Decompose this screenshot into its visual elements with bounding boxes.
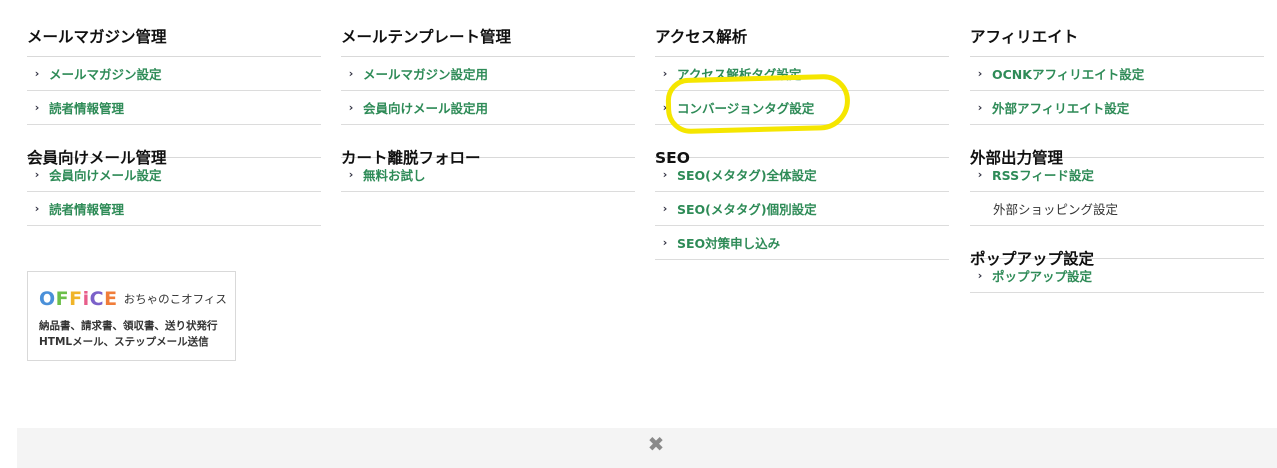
menu-item-label: SEO(メタタグ)全体設定 — [677, 168, 817, 183]
chevron-right-icon: › — [662, 202, 668, 215]
section-title-member-mail: 会員向けメール管理 — [27, 125, 321, 167]
section-title-cart-abandon: カート離脱フォロー — [341, 125, 635, 167]
column-mail-template: メールテンプレート管理 › メールマガジン設定用 › 会員向けメール設定用 カート離… — [341, 0, 635, 192]
menu-item-reader-info[interactable]: › 読者情報管理 — [27, 91, 321, 125]
menu-item-label: 外部ショッピング設定 — [993, 202, 1119, 217]
menu-item-label: RSSフィード設定 — [992, 168, 1094, 183]
office-logo-subtitle: おちゃのこオフィス — [123, 292, 227, 306]
menu-item-label: アクセス解析タグ設定 — [677, 67, 802, 82]
column-affiliate: アフィリエイト › OCNKアフィリエイト設定 › 外部アフィリエイト設定 外部出力… — [970, 0, 1264, 293]
chevron-right-icon: › — [977, 168, 983, 181]
menu-item-label: コンバージョンタグ設定 — [677, 101, 815, 116]
chevron-right-icon: › — [977, 67, 983, 80]
menu-item-member-reader-info[interactable]: › 読者情報管理 — [27, 192, 321, 226]
chevron-right-icon: › — [977, 101, 983, 114]
chevron-right-icon: › — [34, 67, 40, 80]
menu-item-label: メールマガジン設定 — [49, 67, 162, 82]
chevron-right-icon: › — [662, 101, 668, 114]
menu-item-seo-global[interactable]: › SEO(メタタグ)全体設定 — [655, 158, 949, 192]
section-title-access-analytics: アクセス解析 — [655, 0, 949, 57]
section-title-popup: ポップアップ設定 — [970, 226, 1264, 268]
menu-item-seo-individual[interactable]: › SEO(メタタグ)個別設定 — [655, 192, 949, 226]
section-title-affiliate: アフィリエイト — [970, 0, 1264, 57]
menu-item-label: ポップアップ設定 — [992, 269, 1093, 284]
chevron-right-icon: › — [977, 269, 983, 282]
office-logo: OFFiCE — [39, 288, 118, 310]
menu-item-label: 会員向けメール設定用 — [363, 101, 489, 116]
office-desc-line1: 納品書、請求書、領収書、送り状発行 — [39, 320, 218, 332]
close-icon[interactable]: ✖ — [646, 434, 666, 454]
menu-item-template-mailmagazine[interactable]: › メールマガジン設定用 — [341, 57, 635, 91]
menu-item-label: SEO(メタタグ)個別設定 — [677, 202, 817, 217]
menu-item-label: 読者情報管理 — [49, 202, 125, 217]
chevron-right-icon: › — [348, 101, 354, 114]
menu-item-analytics-tag[interactable]: › アクセス解析タグ設定 — [655, 57, 949, 91]
office-logo-row: OFFiCE おちゃのこオフィス — [39, 288, 235, 310]
menu-item-ocnk-affiliate[interactable]: › OCNKアフィリエイト設定 — [970, 57, 1264, 91]
column-mailmagazine: メールマガジン管理 › メールマガジン設定 › 読者情報管理 会員向けメール管理 ›… — [27, 0, 321, 226]
menu-item-conversion-tag[interactable]: › コンバージョンタグ設定 — [655, 91, 949, 125]
section-title-mail-template: メールテンプレート管理 — [341, 0, 635, 57]
menu-item-external-shopping: 外部ショッピング設定 — [970, 192, 1264, 226]
section-title-mailmagazine: メールマガジン管理 — [27, 0, 321, 57]
menu-item-label: 外部アフィリエイト設定 — [992, 101, 1130, 116]
chevron-right-icon: › — [34, 202, 40, 215]
menu-item-label: メールマガジン設定用 — [363, 67, 489, 82]
chevron-right-icon: › — [662, 236, 668, 249]
menu-item-label: SEO対策申し込み — [677, 236, 781, 251]
office-desc-line2: HTMLメール、ステップメール送信 — [39, 336, 209, 348]
menu-item-label: 無料お試し — [363, 168, 426, 183]
section-title-external-output: 外部出力管理 — [970, 125, 1264, 167]
menu-item-seo-apply[interactable]: › SEO対策申し込み — [655, 226, 949, 260]
office-description: 納品書、請求書、領収書、送り状発行 HTMLメール、ステップメール送信 — [39, 318, 235, 350]
chevron-right-icon: › — [34, 101, 40, 114]
menu-item-mailmagazine-settings[interactable]: › メールマガジン設定 — [27, 57, 321, 91]
menu-item-external-affiliate[interactable]: › 外部アフィリエイト設定 — [970, 91, 1264, 125]
chevron-right-icon: › — [34, 168, 40, 181]
menu-item-label: 読者情報管理 — [49, 101, 125, 116]
menu-item-template-member-mail[interactable]: › 会員向けメール設定用 — [341, 91, 635, 125]
chevron-right-icon: › — [348, 168, 354, 181]
menu-item-label: 会員向けメール設定 — [49, 168, 162, 183]
menu-item-label: OCNKアフィリエイト設定 — [992, 67, 1145, 82]
chevron-right-icon: › — [662, 67, 668, 80]
chevron-right-icon: › — [348, 67, 354, 80]
chevron-right-icon: › — [662, 168, 668, 181]
section-title-seo: SEO — [655, 125, 949, 167]
bottom-bar: ✖ — [17, 428, 1277, 468]
column-access-analytics: アクセス解析 › アクセス解析タグ設定 › コンバージョンタグ設定 SEO › SEO… — [655, 0, 949, 260]
office-banner[interactable]: OFFiCE おちゃのこオフィス 納品書、請求書、領収書、送り状発行 HTMLメ… — [27, 271, 236, 361]
